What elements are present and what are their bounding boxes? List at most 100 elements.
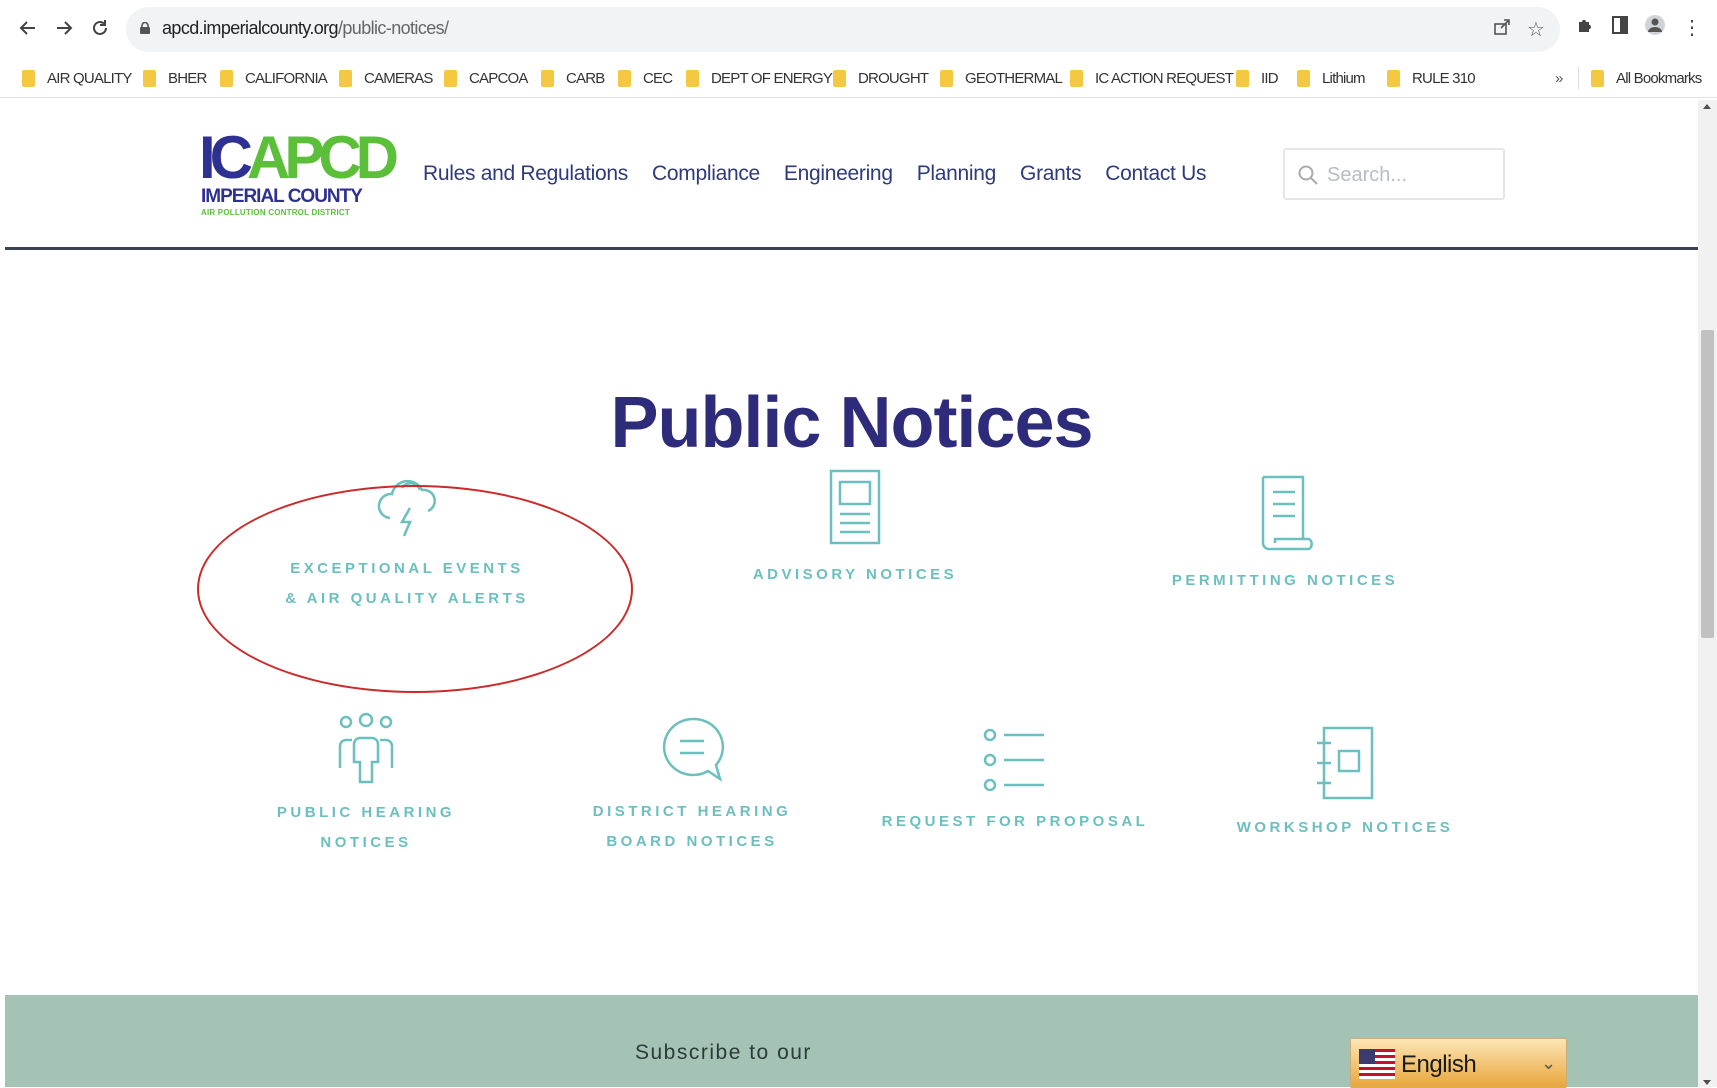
chevron-down-icon: ⌄ (1541, 1053, 1557, 1073)
people-group-icon (338, 712, 394, 784)
logo-name: IMPERIAL COUNTY (201, 186, 363, 207)
lock-icon (140, 22, 150, 34)
folder-icon (1236, 69, 1249, 87)
notice-request-for-proposal[interactable]: REQUEST FOR PROPOSAL (865, 725, 1165, 837)
web-page: ICAPCD IMPERIAL COUNTY AIR POLLUTION CON… (5, 100, 1698, 1088)
scroll-down-arrow-icon[interactable] (1703, 1080, 1711, 1085)
bookmarks-bar: AIR QUALITY BHER CALIFORNIA CAMERAS CAPC… (0, 58, 1717, 98)
bookmarks-overflow-button[interactable]: » (1555, 67, 1563, 89)
folder-icon (1387, 69, 1400, 87)
scrollbar-thumb[interactable] (1701, 330, 1714, 638)
language-selector[interactable]: English ⌄ (1350, 1038, 1567, 1088)
nav-planning[interactable]: Planning (917, 162, 997, 186)
all-bookmarks-folder[interactable]: All Bookmarks (1591, 67, 1702, 89)
bookmark-folder[interactable]: CALIFORNIA (220, 67, 328, 89)
logo-subtitle: AIR POLLUTION CONTROL DISTRICT (201, 208, 350, 217)
bookmark-label: IC ACTION REQUEST (1095, 69, 1234, 87)
page-title: Public Notices (610, 383, 1093, 463)
bookmark-label: IID (1261, 69, 1279, 87)
reload-button[interactable] (86, 14, 114, 42)
bookmark-label: CAPCOA (469, 69, 528, 87)
address-url: apcd.imperialcounty.org/public-notices/ (162, 18, 449, 38)
search-input[interactable] (1327, 160, 1497, 190)
bookmark-label: CEC (643, 69, 673, 87)
folder-icon (833, 69, 846, 87)
folder-icon (618, 69, 631, 87)
notice-district-hearing-board[interactable]: DISTRICT HEARING BOARD NOTICES (542, 715, 842, 857)
bookmark-folder[interactable]: AIR QUALITY (22, 67, 132, 89)
arrow-left-icon (19, 21, 35, 35)
bookmark-folder[interactable]: CAMERAS (339, 67, 433, 89)
bookmark-folder[interactable]: BHER (143, 67, 207, 89)
notebook-icon (1317, 726, 1374, 800)
highlight-annotation (197, 485, 633, 693)
notice-public-hearing[interactable]: PUBLIC HEARING NOTICES (216, 712, 516, 858)
main-nav: Rules and Regulations Compliance Enginee… (423, 162, 1230, 186)
folder-icon (339, 69, 352, 87)
notice-permitting[interactable]: PERMITTING NOTICES (1135, 474, 1435, 596)
notice-label: BOARD NOTICES (606, 833, 778, 850)
notice-workshop[interactable]: WORKSHOP NOTICES (1195, 725, 1495, 843)
bookmark-folder[interactable]: CARB (541, 67, 605, 89)
nav-contact-us[interactable]: Contact Us (1105, 162, 1206, 186)
bookmark-label: DROUGHT (858, 69, 929, 87)
list-icon (983, 728, 1044, 792)
bookmark-folder[interactable]: DEPT OF ENERGY (686, 67, 833, 89)
folder-icon (686, 69, 699, 87)
notice-advisory[interactable]: ADVISORY NOTICES (705, 468, 1005, 590)
back-button[interactable] (14, 14, 42, 42)
bookmark-folder[interactable]: CEC (618, 67, 673, 89)
notice-label: PUBLIC HEARING (276, 804, 456, 821)
newsletter-footer: Subscribe to our English ⌄ (5, 995, 1698, 1088)
icapcd-logo[interactable]: ICAPCD IMPERIAL COUNTY AIR POLLUTION CON… (199, 128, 399, 223)
language-label: English (1401, 1051, 1477, 1078)
scroll-up-arrow-icon[interactable] (1703, 104, 1711, 109)
folder-icon (22, 69, 35, 87)
bookmark-label: CARB (566, 69, 605, 87)
folder-icon (1297, 69, 1310, 87)
folder-icon (220, 69, 233, 87)
browser-toolbar: apcd.imperialcounty.org/public-notices/ … (0, 0, 1717, 58)
bookmark-folder[interactable]: DROUGHT (833, 67, 929, 89)
folder-icon (1070, 69, 1083, 87)
bookmarks-divider (1578, 67, 1579, 89)
site-header: ICAPCD IMPERIAL COUNTY AIR POLLUTION CON… (5, 100, 1698, 250)
nav-compliance[interactable]: Compliance (652, 162, 760, 186)
bookmark-folder[interactable]: Lithium (1297, 67, 1366, 89)
side-panel-icon[interactable] (1606, 14, 1634, 42)
bookmark-folder[interactable]: IC ACTION REQUEST (1070, 67, 1234, 89)
profile-avatar-icon[interactable] (1641, 14, 1669, 42)
bookmark-folder[interactable]: GEOTHERMAL (940, 67, 1063, 89)
folder-icon (444, 69, 457, 87)
overflow-chevron-icon: » (1555, 69, 1563, 87)
subscribe-heading: Subscribe to our (635, 1041, 812, 1064)
chat-bubble-icon (662, 717, 725, 782)
folder-icon (143, 69, 156, 87)
nav-grants[interactable]: Grants (1020, 162, 1082, 186)
bookmark-label: AIR QUALITY (47, 69, 132, 87)
star-icon[interactable]: ☆ (1524, 18, 1548, 42)
address-bar[interactable]: apcd.imperialcounty.org/public-notices/ … (126, 7, 1560, 52)
bookmark-folder[interactable]: RULE 310 (1387, 67, 1476, 89)
nav-engineering[interactable]: Engineering (784, 162, 893, 186)
forward-button[interactable] (50, 14, 78, 42)
us-flag-icon (1359, 1049, 1395, 1079)
bookmark-folder[interactable]: CAPCOA (444, 67, 528, 89)
notice-label: ADVISORY NOTICES (752, 566, 958, 583)
share-icon[interactable] (1490, 18, 1514, 42)
bookmark-label: Lithium (1322, 69, 1366, 87)
scroll-document-icon (1261, 475, 1313, 551)
bookmark-label: All Bookmarks (1616, 69, 1702, 87)
page-scrollbar[interactable] (1698, 100, 1717, 1087)
notice-label: REQUEST FOR PROPOSAL (881, 813, 1149, 830)
nav-rules-and-regulations[interactable]: Rules and Regulations (423, 162, 628, 186)
bookmark-label: CAMERAS (364, 69, 433, 87)
more-menu-icon[interactable]: ⋮ (1678, 14, 1706, 42)
logo-mark: ICAPCD (199, 124, 399, 191)
folder-icon (940, 69, 953, 87)
bookmark-folder[interactable]: IID (1236, 67, 1279, 89)
extensions-puzzle-icon[interactable] (1571, 14, 1599, 42)
notice-label: PERMITTING NOTICES (1171, 572, 1399, 589)
document-icon (829, 469, 881, 545)
bookmark-label: DEPT OF ENERGY (711, 69, 833, 87)
